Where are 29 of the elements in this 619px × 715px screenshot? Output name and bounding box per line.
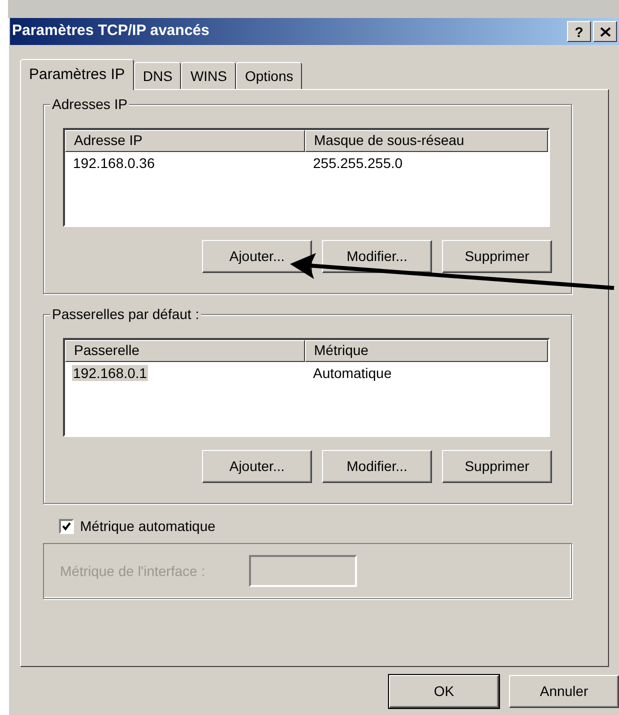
tab[interactable]: Paramètres IP [20,59,134,90]
close-icon [600,26,610,36]
list-cell[interactable]: Automatique [312,364,393,380]
column-header[interactable]: Métrique [305,340,548,362]
action-button[interactable]: Ajouter... [202,450,312,483]
list-cell[interactable]: 192.168.0.1 [72,364,148,380]
list-cell[interactable]: 255.255.255.0 [312,154,404,170]
window-title: Paramètres TCP/IP avancés [12,21,210,42]
action-button[interactable]: Ajouter... [202,240,312,273]
action-button[interactable]: Modifier... [322,450,432,483]
list-cell[interactable]: 192.168.0.36 [72,154,156,170]
column-header[interactable]: Passerelle [65,340,305,362]
tab[interactable]: Options [236,62,302,89]
tab[interactable]: DNS [134,62,182,89]
action-button[interactable]: Supprimer [442,450,552,483]
close-button[interactable] [593,21,617,42]
action-button[interactable]: Supprimer [442,240,552,273]
checkbox-label: Métrique automatique [80,517,216,536]
action-button[interactable]: Modifier... [322,240,432,273]
dialog-button[interactable]: Annuler [509,675,619,708]
field-label: Métrique de l'interface : [60,562,206,581]
checkbox[interactable] [59,519,74,534]
column-header[interactable]: Adresse IP [65,130,305,152]
column-header[interactable]: Masque de sous-réseau [305,130,548,152]
help-button[interactable]: ? [567,21,591,42]
group-label: Passerelles par défaut : [50,306,202,323]
checkmark-icon [62,522,71,531]
tab[interactable]: WINS [181,62,236,89]
dialog-button[interactable]: OK [389,675,499,708]
